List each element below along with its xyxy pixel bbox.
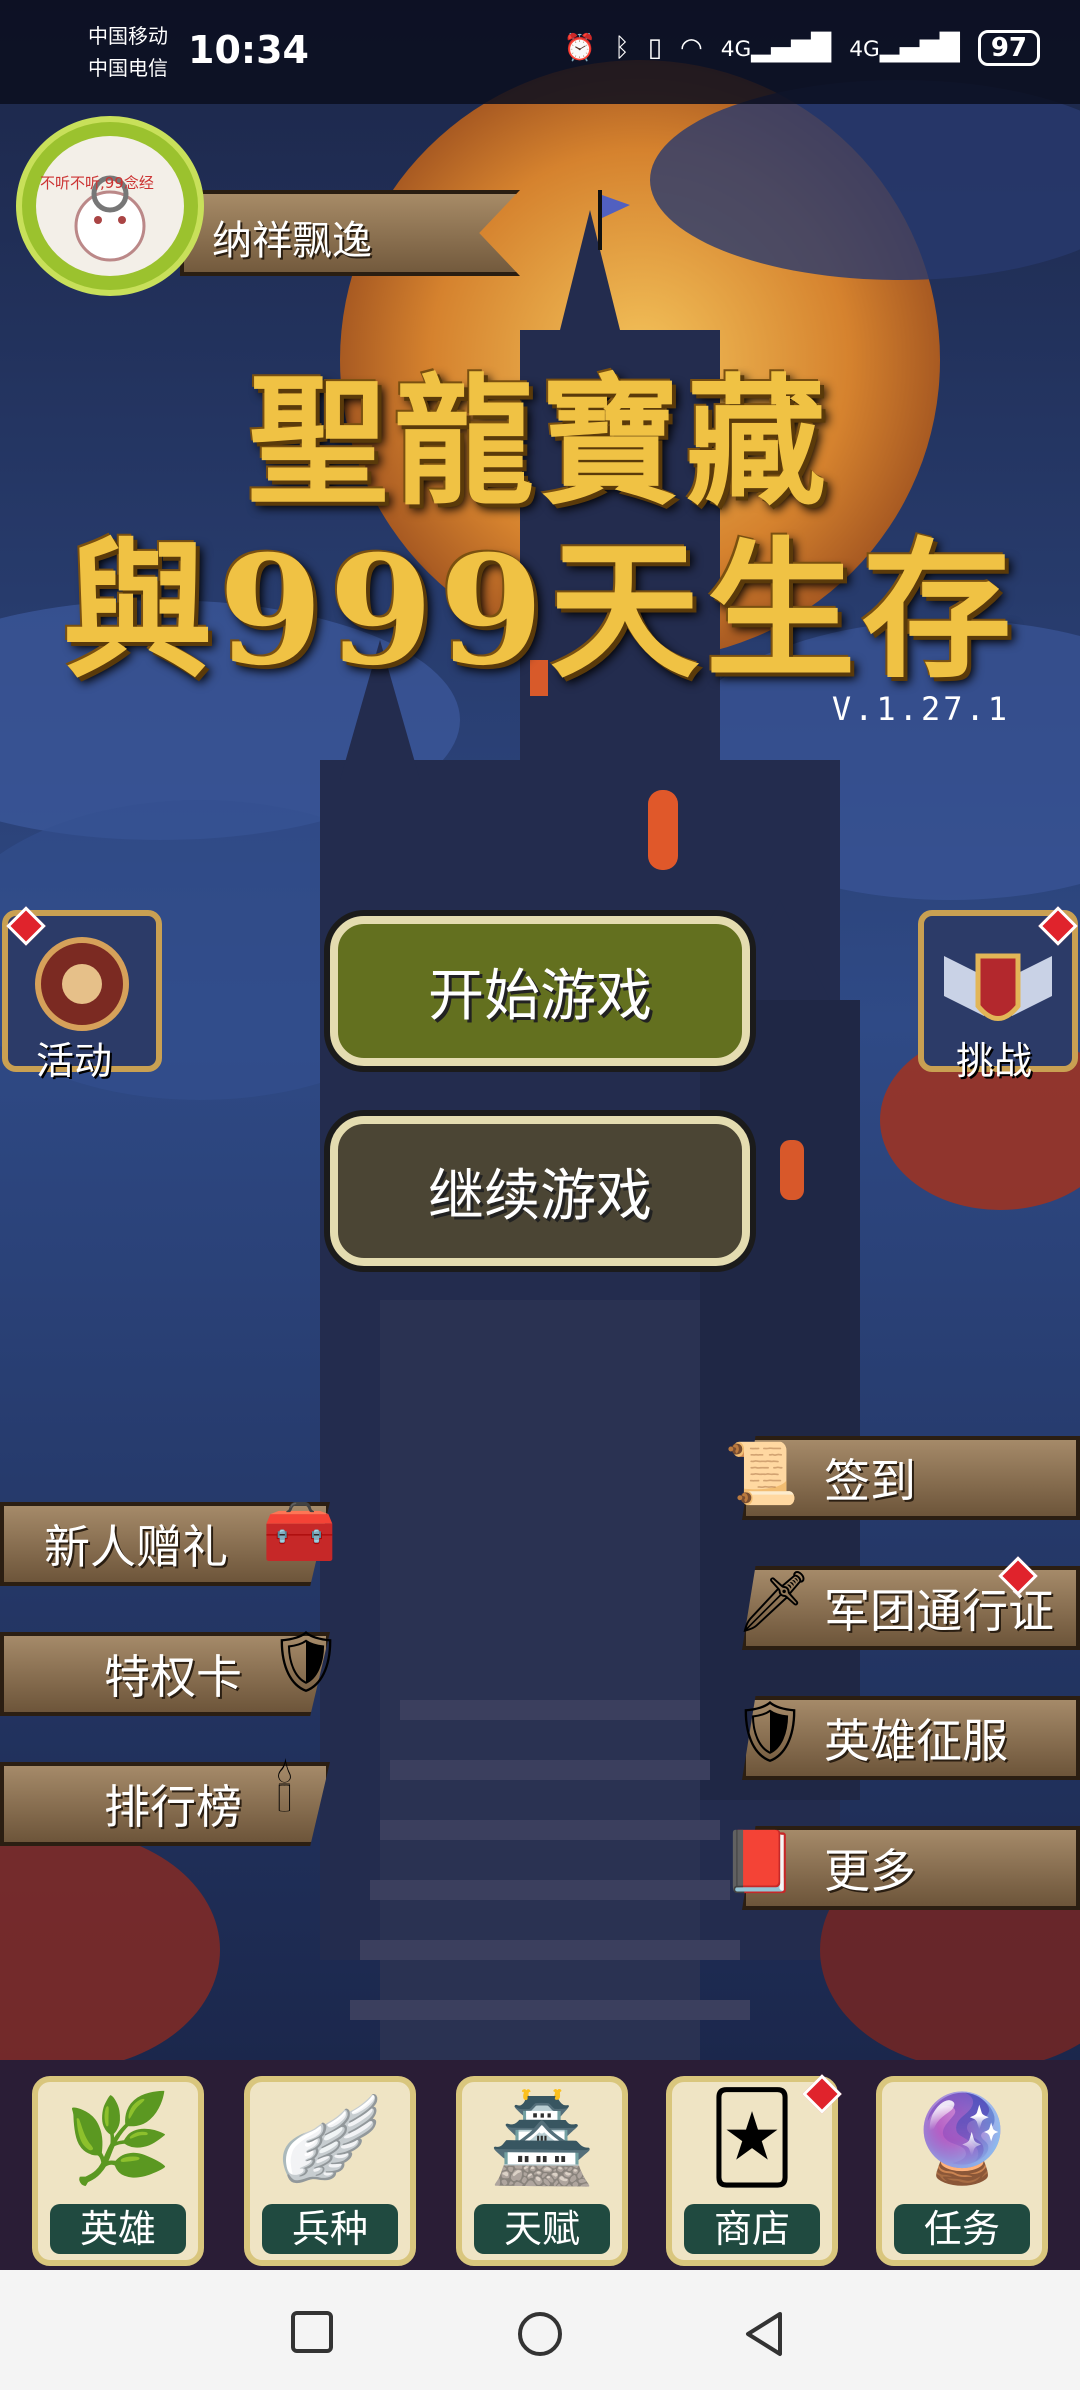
carrier-2: 中国电信 bbox=[88, 56, 168, 80]
book-icon: 📕 bbox=[722, 1827, 797, 1897]
wings-icon: 🪽 bbox=[276, 2089, 384, 2189]
player-name[interactable]: 纳祥飘逸 bbox=[212, 208, 372, 266]
privilege-card-label: 特权卡 bbox=[104, 1650, 242, 1704]
tower-icon: 🏯 bbox=[488, 2089, 596, 2189]
newbie-gift-label: 新人赠礼 bbox=[44, 1520, 228, 1574]
status-bar: 中国移动 中国电信 10:34 ⏰ ᛒ ▯ ◠ 4G▂▄▆█ 4G▂▄▆█ 97 bbox=[0, 0, 1080, 104]
nav-heroes[interactable]: 🌿 英雄 bbox=[32, 2076, 204, 2266]
carrier-info: 中国移动 中国电信 bbox=[88, 20, 168, 84]
nav-talents-label: 天赋 bbox=[474, 2204, 610, 2254]
hero-conquest-label: 英雄征服 bbox=[824, 1714, 1008, 1768]
leaderboard-label: 排行榜 bbox=[104, 1780, 242, 1834]
signal-2-label: 4G bbox=[849, 37, 880, 62]
signal-1-label: 4G bbox=[720, 37, 752, 62]
more-label: 更多 bbox=[824, 1844, 916, 1898]
candle-icon: 🕯 bbox=[276, 1756, 294, 1826]
player-avatar[interactable]: 不听不听,99念经 bbox=[16, 116, 204, 296]
check-in-label: 签到 bbox=[824, 1454, 916, 1508]
continue-game-button[interactable]: 继续游戏 bbox=[330, 1116, 750, 1266]
orb-icon: 🔮 bbox=[908, 2089, 1016, 2189]
nav-heroes-label: 英雄 bbox=[50, 2204, 186, 2254]
game-title-line-2: 與999天生存 bbox=[62, 523, 1018, 699]
scroll-icon: 📜 bbox=[724, 1439, 799, 1509]
challenge-label: 挑战 bbox=[956, 1039, 1033, 1083]
alarm-icon: ⏰ bbox=[563, 33, 597, 63]
activity-label: 活动 bbox=[36, 1039, 113, 1083]
home-icon[interactable] bbox=[516, 2310, 564, 2358]
sword-icon: 🗡 bbox=[736, 1567, 813, 1637]
cards-icon: 🃏 bbox=[708, 2088, 796, 2188]
carrier-1: 中国移动 bbox=[88, 24, 168, 48]
laurel-icon: 🌿 bbox=[64, 2089, 172, 2189]
vibrate-icon: ▯ bbox=[647, 33, 663, 63]
nav-units-label: 兵种 bbox=[262, 2204, 398, 2254]
back-icon[interactable] bbox=[742, 2310, 786, 2358]
avatar-caption: 不听不听,99念经 bbox=[40, 174, 154, 192]
wifi-icon: ◠ bbox=[680, 33, 703, 63]
treasure-chest-icon: 🧰 bbox=[262, 1497, 337, 1567]
nav-tasks-label: 任务 bbox=[894, 2204, 1030, 2254]
avatar-character-icon bbox=[74, 175, 146, 262]
nav-shop-label: 商店 bbox=[684, 2204, 820, 2254]
version-label: V.1.27.1 bbox=[831, 690, 1010, 728]
recent-apps-icon[interactable] bbox=[290, 2310, 334, 2354]
clock: 10:34 bbox=[188, 28, 309, 72]
bluetooth-icon: ᛒ bbox=[614, 33, 630, 63]
crest-icon: 🛡 bbox=[268, 1627, 345, 1697]
nav-tasks[interactable]: 🔮 任务 bbox=[876, 2076, 1048, 2266]
shield-icon: 🛡 bbox=[732, 1697, 809, 1767]
nav-units[interactable]: 🪽 兵种 bbox=[244, 2076, 416, 2266]
system-navigation-bar bbox=[0, 2270, 1080, 2390]
battery-indicator: 97 bbox=[977, 30, 1040, 66]
start-game-button[interactable]: 开始游戏 bbox=[330, 916, 750, 1066]
avatar-image: 不听不听,99念经 bbox=[36, 136, 184, 276]
signal-2-icon: 4G▂▄▆█ bbox=[849, 33, 960, 63]
status-icons: ⏰ ᛒ ▯ ◠ 4G▂▄▆█ 4G▂▄▆█ 97 bbox=[564, 30, 1040, 66]
signal-1-icon: 4G▂▄▆█ bbox=[720, 33, 832, 63]
nav-talents[interactable]: 🏯 天赋 bbox=[456, 2076, 628, 2266]
